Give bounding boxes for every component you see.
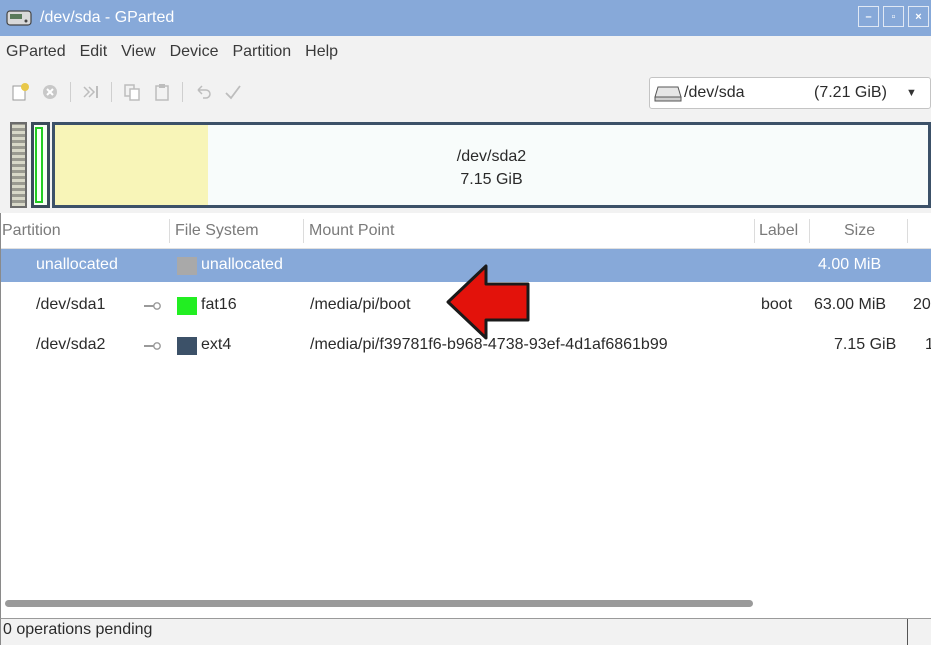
cell-partition: /dev/sda2 — [36, 336, 106, 353]
fs-color-swatch — [177, 337, 197, 355]
delete-icon[interactable] — [40, 82, 60, 102]
drive-icon — [6, 10, 32, 26]
resize-move-icon[interactable] — [81, 82, 101, 102]
undo-icon[interactable] — [193, 82, 213, 102]
map-partition-name: /dev/sda2 — [456, 148, 527, 165]
horizontal-scrollbar[interactable] — [5, 600, 753, 607]
menu-partition[interactable]: Partition — [232, 43, 291, 61]
key-icon — [144, 342, 161, 350]
cell-label: boot — [761, 296, 793, 313]
column-header-label[interactable]: Label — [759, 222, 798, 240]
status-separator — [907, 619, 908, 645]
cell-size: 7.15 GiB — [834, 336, 897, 353]
column-separator[interactable] — [809, 219, 810, 243]
cell-extra: 1 — [925, 336, 931, 353]
copy-icon[interactable] — [122, 82, 142, 102]
menu-bar: GParted Edit View Device Partition Help — [0, 36, 931, 68]
map-partition-size: 7.15 GiB — [460, 171, 523, 188]
column-header-partition[interactable]: Partition — [2, 222, 61, 240]
column-header-size[interactable]: Size — [844, 222, 875, 240]
map-segment-unallocated[interactable] — [10, 122, 27, 208]
cell-filesystem: unallocated — [201, 256, 283, 273]
menu-view[interactable]: View — [121, 43, 155, 61]
column-separator[interactable] — [907, 219, 908, 243]
device-name: /dev/sda — [684, 84, 745, 101]
menu-gparted[interactable]: GParted — [6, 43, 66, 61]
paste-icon[interactable] — [152, 82, 172, 102]
device-size: (7.21 GiB) — [814, 84, 887, 101]
title-bar: /dev/sda - GParted – ▫ × — [0, 0, 931, 36]
maximize-button[interactable]: ▫ — [883, 6, 904, 27]
toolbar-separator — [111, 82, 112, 102]
window-title: /dev/sda - GParted — [40, 9, 175, 26]
toolbar: /dev/sda (7.21 GiB) ▼ — [0, 68, 931, 116]
column-separator[interactable] — [169, 219, 170, 243]
toolbar-separator — [70, 82, 71, 102]
menu-device[interactable]: Device — [170, 43, 219, 61]
map-segment-sda1[interactable] — [31, 122, 50, 208]
column-header-filesystem[interactable]: File System — [175, 222, 259, 240]
column-separator[interactable] — [754, 219, 755, 243]
map-segment-sda2[interactable]: /dev/sda2 7.15 GiB — [52, 122, 931, 208]
cell-size: 4.00 MiB — [818, 256, 882, 273]
red-arrow-icon — [446, 264, 530, 340]
minimize-button[interactable]: – — [858, 6, 879, 27]
toolbar-separator — [182, 82, 183, 102]
fs-color-swatch — [177, 257, 197, 275]
close-button[interactable]: × — [908, 6, 929, 27]
cell-partition: /dev/sda1 — [36, 296, 106, 313]
status-bar: 0 operations pending — [0, 618, 931, 645]
new-icon[interactable] — [10, 82, 30, 102]
menu-edit[interactable]: Edit — [80, 43, 108, 61]
column-separator[interactable] — [303, 219, 304, 243]
column-header-mount-point[interactable]: Mount Point — [309, 222, 394, 240]
fs-color-swatch — [177, 297, 197, 315]
apply-icon[interactable] — [223, 82, 243, 102]
cell-filesystem: ext4 — [201, 336, 232, 353]
cell-extra: 20 — [913, 296, 931, 313]
cell-size: 63.00 MiB — [814, 296, 887, 313]
table-header: Partition File System Mount Point Label … — [1, 213, 931, 249]
chevron-down-icon: ▼ — [906, 87, 917, 99]
menu-help[interactable]: Help — [305, 43, 338, 61]
cell-partition: unallocated — [36, 256, 118, 273]
cell-mount-point: /media/pi/boot — [310, 296, 411, 313]
device-selector[interactable]: /dev/sda (7.21 GiB) ▼ — [649, 77, 931, 109]
partition-map: /dev/sda2 7.15 GiB — [0, 116, 931, 213]
key-icon — [144, 302, 161, 310]
operations-pending-text: 0 operations pending — [3, 621, 153, 638]
map-segment-sda1-used — [35, 127, 43, 203]
cell-filesystem: fat16 — [201, 296, 237, 313]
disk-icon — [654, 86, 682, 102]
